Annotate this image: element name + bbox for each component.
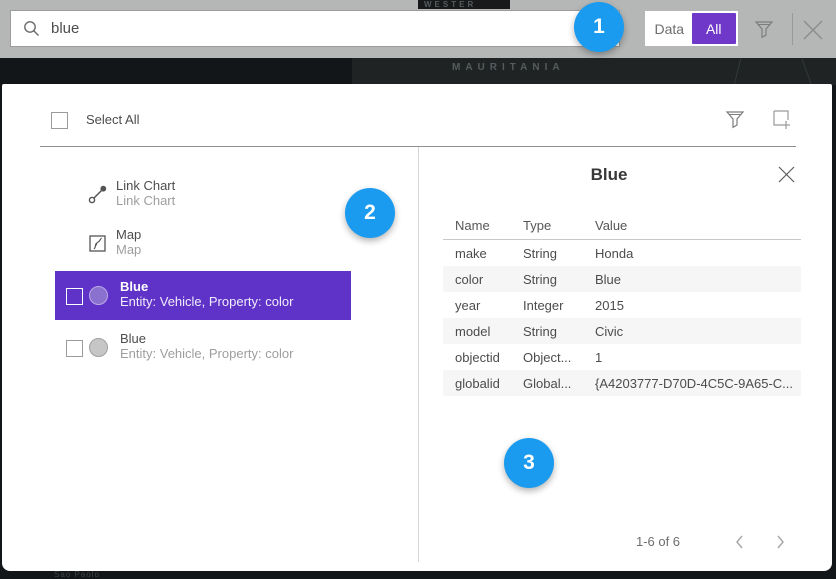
app-root: { "toolbar": { "search": { "value": "blu… [0,0,836,579]
select-all-label: Select All [86,112,139,127]
pagination-prev-icon[interactable] [730,532,750,552]
column-header-value: Value [595,218,795,233]
search-input[interactable] [51,11,589,46]
entity-circle-icon [89,338,108,357]
results-filter-icon[interactable] [724,108,746,130]
list-item-title: Link Chart [116,178,376,193]
list-item-subtitle: Entity: Vehicle, Property: color [120,346,345,361]
list-item-subtitle: Map [116,242,376,257]
add-to-selection-icon[interactable] [769,108,793,130]
list-item-subtitle: Entity: Vehicle, Property: color [120,294,345,309]
annotation-badge-1: 1 [574,2,624,52]
attribute-table-header: Name Type Value [443,216,801,240]
annotation-badge-2: 2 [345,188,395,238]
list-item-blue-selected[interactable]: Blue Entity: Vehicle, Property: color [55,271,351,320]
pagination-label: 1-6 of 6 [598,534,718,549]
pagination-next-icon[interactable] [770,532,790,552]
item-checkbox[interactable] [66,340,83,357]
entity-circle-icon [89,286,108,305]
close-search-icon[interactable] [799,16,827,44]
details-title: Blue [418,165,800,185]
list-item-title: Map [116,227,376,242]
search-icon [11,11,51,46]
map-label-bottom: Sao Paolo [54,570,100,579]
toolbar-divider [792,13,793,45]
details-close-icon[interactable] [774,162,798,186]
map-label-mauritania: MAURITANIA [452,62,565,73]
table-row: make String Honda [443,240,801,266]
list-details-divider [418,147,419,562]
scope-toggle: Data All [645,11,738,46]
table-row: year Integer 2015 [443,292,801,318]
table-row: color String Blue [443,266,801,292]
attribute-table: Name Type Value make String Honda color … [443,216,801,396]
column-header-name: Name [455,218,519,233]
list-item-subtitle: Link Chart [116,193,376,208]
scope-option-all[interactable]: All [692,13,737,44]
list-item-blue[interactable]: Blue Entity: Vehicle, Property: color [55,326,351,370]
table-row: globalid Global... {A4203777-D70D-4C5C-9… [443,370,801,396]
list-item-title: Blue [120,331,345,346]
map-label-western-sahara: WESTER [418,0,510,9]
map-landmass [352,58,836,85]
table-row: model String Civic [443,318,801,344]
map-icon [88,233,108,253]
search-box [10,10,620,47]
list-item-title: Blue [120,279,345,294]
filter-icon[interactable] [753,18,775,40]
link-chart-icon [88,184,108,204]
select-all-checkbox[interactable] [51,112,68,129]
column-header-type: Type [523,218,591,233]
scope-option-data[interactable]: Data [647,13,692,44]
annotation-badge-3: 3 [504,438,554,488]
search-results-panel: Select All Link Chart Link Chart Map Map… [2,84,832,571]
item-checkbox[interactable] [66,288,83,305]
table-row: objectid Object... 1 [443,344,801,370]
